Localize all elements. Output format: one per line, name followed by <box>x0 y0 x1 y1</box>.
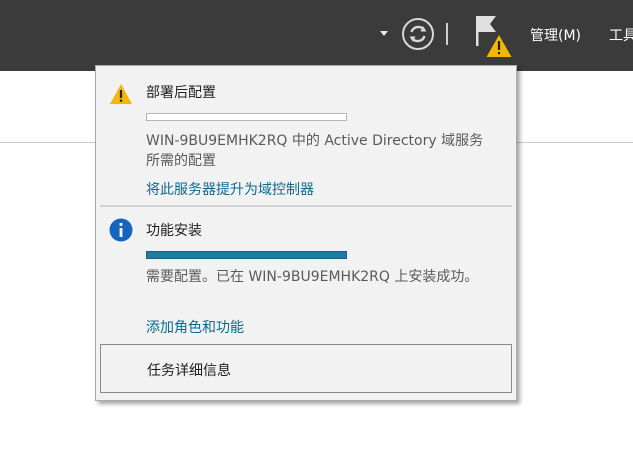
notification-flag-warning-icon <box>476 16 512 57</box>
notifications-flag-button[interactable] <box>474 14 514 60</box>
refresh-icon <box>402 18 434 50</box>
progress-bar <box>146 251 347 259</box>
server-manager-toolbar: 管理(M) 工具 <box>0 0 633 71</box>
progress-bar <box>146 113 347 121</box>
warning-icon <box>110 84 132 104</box>
notification-title: 功能安装 <box>146 223 202 239</box>
promote-domain-controller-link[interactable]: 将此服务器提升为域控制器 <box>146 179 314 199</box>
tools-menu[interactable]: 工具 <box>609 25 633 45</box>
task-details-label: 任务详细信息 <box>147 363 231 379</box>
notification-message: WIN-9BU9EMHK2RQ 中的 Active Directory 域服务 … <box>146 133 484 169</box>
notification-title: 部署后配置 <box>146 85 216 101</box>
info-icon <box>109 218 133 242</box>
notifications-popup: 部署后配置 WIN-9BU9EMHK2RQ 中的 Active Director… <box>95 65 517 401</box>
notification-divider <box>100 205 512 207</box>
refresh-button[interactable] <box>401 17 435 51</box>
add-roles-features-link[interactable]: 添加角色和功能 <box>146 317 244 337</box>
toolbar-separator <box>446 23 448 45</box>
dropdown-arrow-icon[interactable] <box>380 31 388 36</box>
notification-message: 需要配置。已在 WIN-9BU9EMHK2RQ 上安装成功。 <box>146 269 479 285</box>
manage-menu[interactable]: 管理(M) <box>530 25 581 45</box>
task-details-button[interactable]: 任务详细信息 <box>100 344 512 393</box>
